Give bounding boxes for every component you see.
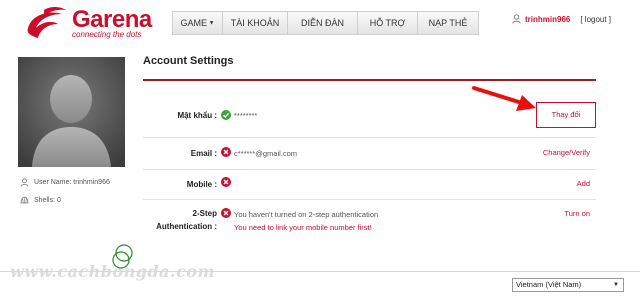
brand-tagline: connecting the dots bbox=[72, 30, 142, 39]
nav-item-forum[interactable]: DIỄN ĐÀN bbox=[288, 12, 358, 34]
settings-row-2step: 2-Step Authentication : You haven't turn… bbox=[143, 200, 596, 250]
email-value: c******@gmail.com bbox=[234, 149, 298, 158]
sidebar-username: User Name: trinhmin966 bbox=[20, 178, 110, 187]
language-select-value: Vietnam (Việt Nam) bbox=[516, 280, 582, 289]
username-link[interactable]: trinhmin966 bbox=[525, 15, 570, 24]
default-avatar-icon bbox=[18, 57, 125, 167]
nav-item-account[interactable]: TÀI KHOẢN bbox=[223, 12, 288, 34]
two-step-status-text: You haven't turned on 2-step authenticat… bbox=[234, 210, 379, 219]
settings-row-mobile: Mobile : Add bbox=[143, 170, 596, 200]
avatar[interactable] bbox=[18, 57, 125, 167]
change-password-button[interactable]: Thay đổi bbox=[536, 102, 596, 128]
password-value: ******** bbox=[234, 111, 258, 120]
caret-down-icon: ▼ bbox=[613, 282, 619, 288]
language-select[interactable]: Vietnam (Việt Nam) ▼ bbox=[512, 278, 624, 292]
title-divider bbox=[143, 79, 596, 81]
garena-logo-mark-icon bbox=[27, 7, 66, 39]
error-icon bbox=[221, 177, 231, 187]
turn-on-2step-link[interactable]: Turn on bbox=[564, 209, 590, 218]
sidebar-shells: Shells: 0 bbox=[20, 196, 61, 205]
check-icon bbox=[221, 110, 231, 120]
sidebar-username-label: User Name: trinhmin966 bbox=[34, 179, 110, 186]
shell-icon bbox=[20, 196, 29, 204]
caret-down-icon: ▼ bbox=[206, 20, 215, 27]
error-icon bbox=[221, 147, 231, 157]
change-verify-email-link[interactable]: Change/Verify bbox=[543, 148, 590, 157]
email-label: Email : bbox=[190, 149, 217, 158]
add-mobile-link[interactable]: Add bbox=[577, 179, 590, 188]
mobile-label: Mobile : bbox=[186, 180, 217, 189]
two-step-label-line2: Authentication : bbox=[156, 222, 217, 231]
main-nav: GAME ▼ TÀI KHOẢN DIỄN ĐÀN HỖ TRỢ NẠP THẺ bbox=[172, 11, 479, 35]
sidebar-shells-label: Shells: 0 bbox=[34, 197, 61, 204]
red-arrow-icon bbox=[472, 86, 536, 111]
two-step-label-line1: 2-Step bbox=[192, 209, 217, 218]
nav-item-support[interactable]: HỖ TRỢ bbox=[358, 12, 418, 34]
user-icon bbox=[20, 178, 29, 187]
nav-item-topup[interactable]: NẠP THẺ bbox=[418, 12, 478, 34]
page-title: Account Settings bbox=[143, 55, 234, 67]
settings-row-email: Email : c******@gmail.com Change/Verify bbox=[143, 138, 596, 170]
logout-link[interactable]: [ logout ] bbox=[580, 15, 611, 24]
password-label: Mật khẩu : bbox=[177, 111, 217, 120]
two-step-hint-text: You need to link your mobile number firs… bbox=[234, 223, 372, 232]
user-bar: trinhmin966 [ logout ] bbox=[512, 14, 611, 24]
error-icon bbox=[221, 208, 231, 218]
nav-item-game[interactable]: GAME ▼ bbox=[173, 12, 223, 34]
nav-item-label: GAME bbox=[180, 18, 207, 28]
garena-logo[interactable]: Garena connecting the dots bbox=[22, 6, 162, 40]
site-header: Garena connecting the dots GAME ▼ TÀI KH… bbox=[0, 0, 640, 44]
footer-divider bbox=[0, 271, 640, 272]
user-icon bbox=[512, 14, 521, 24]
